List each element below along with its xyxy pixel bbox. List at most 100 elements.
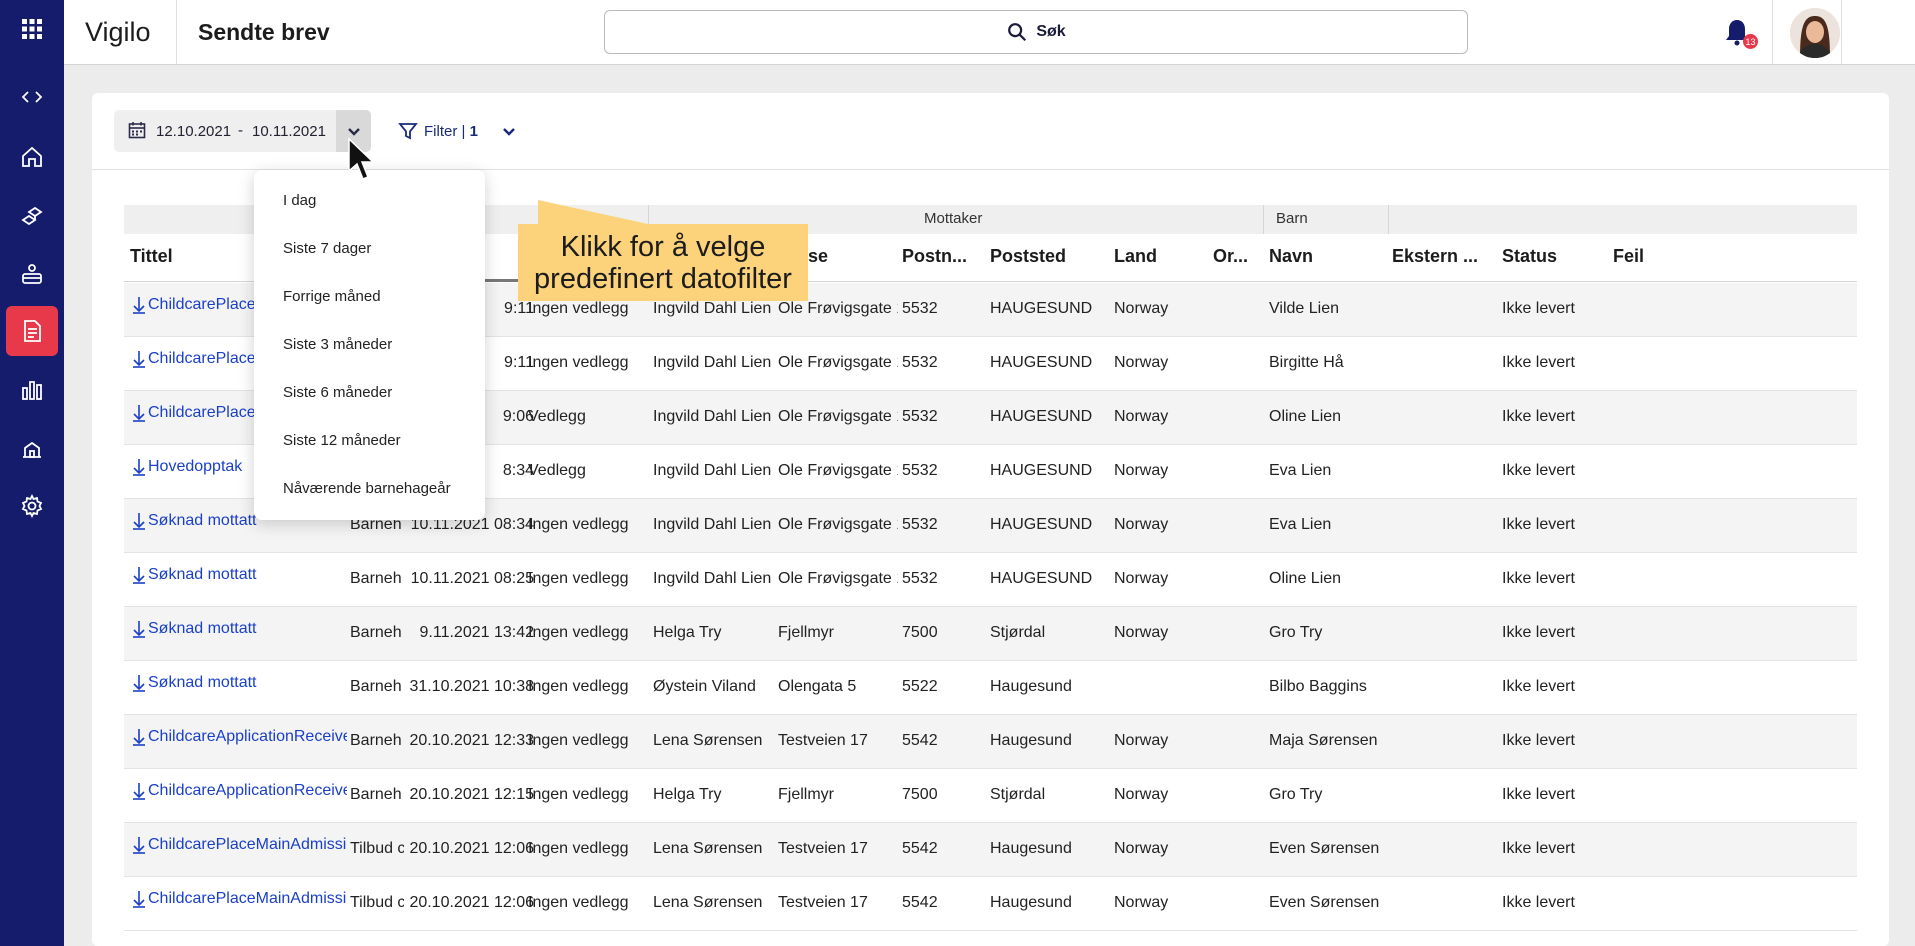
title-link[interactable]: ChildcarePlaceM xyxy=(148,404,269,422)
home-icon[interactable] xyxy=(6,132,58,182)
chevron-down-icon xyxy=(347,128,360,136)
cell-date: 31.10.2021 10:38 xyxy=(409,678,534,695)
table-row[interactable]: ChildcareApplicationReceived Barneh 20.10.… xyxy=(124,715,1857,769)
cell-poststed: HAUGESUND xyxy=(990,300,1093,317)
download-icon xyxy=(133,621,145,638)
document-icon[interactable] xyxy=(6,306,58,356)
col-tittel[interactable]: Tittel xyxy=(130,246,173,267)
menu-item-last-12-months[interactable]: Siste 12 måneder xyxy=(283,432,401,449)
menu-item-last-7-days[interactable]: Siste 7 dager xyxy=(283,240,371,257)
cell-title[interactable]: ChildcareApplicationReceived xyxy=(132,782,347,800)
apps-grid-icon[interactable] xyxy=(6,4,58,54)
app-logo[interactable]: Vigilo xyxy=(85,17,151,48)
cell-barn: Even Sørensen xyxy=(1269,840,1380,857)
cell-adresse: Testveien 17 xyxy=(778,732,868,749)
cell-postnr: 7500 xyxy=(902,786,938,803)
person-icon[interactable] xyxy=(6,249,58,299)
cell-status: Ikke levert xyxy=(1502,624,1575,641)
cell-poststed: HAUGESUND xyxy=(990,408,1093,425)
table-row[interactable]: Søknad mottatt Barneh 10.11.2021 08:25 Inge… xyxy=(124,553,1857,607)
cell-title[interactable]: ChildcarePlaceMainAdmission xyxy=(132,890,347,908)
cell-title[interactable]: ChildcareApplicationReceived xyxy=(132,728,347,746)
cell-status: Ikke levert xyxy=(1502,462,1575,479)
col-postnr[interactable]: Postn... xyxy=(902,246,967,267)
cell-poststed: HAUGESUND xyxy=(990,570,1093,587)
title-link[interactable]: ChildcarePlaceMainAdmission xyxy=(148,836,347,854)
cell-postnr: 5532 xyxy=(902,462,938,479)
code-icon[interactable] xyxy=(6,72,58,122)
filter-chevron-down-icon[interactable] xyxy=(502,124,516,143)
title-link[interactable]: Søknad mottatt xyxy=(148,674,257,692)
table-row[interactable]: Søknad mottatt Barneh 9.11.2021 13:42 Ingen… xyxy=(124,607,1857,661)
col-poststed[interactable]: Poststed xyxy=(990,246,1066,267)
cell-date: 9.11.2021 13:42 xyxy=(419,624,534,641)
date-to-field[interactable]: 10.11.2021 xyxy=(252,123,326,140)
title-link[interactable]: ChildcarePlaceMainAdmission xyxy=(148,890,347,908)
col-feil[interactable]: Feil xyxy=(1613,246,1644,267)
search-input[interactable]: Søk xyxy=(604,10,1468,54)
cell-status: Ikke levert xyxy=(1502,840,1575,857)
cell-adresse: Ole Frøvigsgate 12 xyxy=(778,462,898,479)
cell-land: Norway xyxy=(1114,894,1169,911)
cell-mottaker: Ingvild Dahl Lien xyxy=(653,300,771,317)
col-navn[interactable]: Navn xyxy=(1269,246,1313,267)
date-from-field[interactable]: 12.10.2021 xyxy=(156,123,231,140)
title-link[interactable]: ChildcareApplicationReceived xyxy=(148,782,347,800)
menu-item-last-3-months[interactable]: Siste 3 måneder xyxy=(283,336,392,353)
buildings-icon[interactable] xyxy=(6,423,58,473)
cell-poststed: HAUGESUND xyxy=(990,516,1093,533)
menu-item-previous-month[interactable]: Forrige måned xyxy=(283,288,381,305)
col-status[interactable]: Status xyxy=(1502,246,1557,267)
cell-vedlegg: Ingen vedlegg xyxy=(528,840,629,857)
cell-title[interactable]: Søknad mottatt xyxy=(132,674,347,692)
table-row[interactable]: ChildcarePlaceMainAdmission Tilbud c 20.10… xyxy=(124,823,1857,877)
search-label: Søk xyxy=(1036,23,1066,40)
cell-vedlegg: Ingen vedlegg xyxy=(528,624,629,641)
bar-chart-icon[interactable] xyxy=(6,365,58,415)
menu-item-last-6-months[interactable]: Siste 6 måneder xyxy=(283,384,392,401)
table-row[interactable]: ChildcarePlaceMainAdmission Tilbud c 20.10… xyxy=(124,877,1857,931)
gear-icon[interactable] xyxy=(6,481,58,531)
table-row[interactable]: Søknad mottatt Barneh 31.10.2021 10:38 Inge… xyxy=(124,661,1857,715)
cell-status: Ikke levert xyxy=(1502,300,1575,317)
cell-title[interactable]: Søknad mottatt xyxy=(132,566,347,584)
cell-adresse: Ole Frøvigsgate 12 xyxy=(778,354,898,371)
left-nav xyxy=(0,0,64,946)
download-icon xyxy=(133,405,145,422)
title-link[interactable]: Søknad mottatt xyxy=(148,566,257,584)
menu-item-current-kindergarten-year[interactable]: Nåværende barnehageår xyxy=(283,480,451,497)
title-link[interactable]: Søknad mottatt xyxy=(148,620,257,638)
col-land[interactable]: Land xyxy=(1114,246,1157,267)
title-link[interactable]: ChildcarePlaceT xyxy=(148,296,265,314)
menu-item-today[interactable]: I dag xyxy=(283,192,316,209)
cell-vedlegg: Vedlegg xyxy=(528,408,586,425)
date-range-picker[interactable]: 12.10.2021 - 10.11.2021 xyxy=(114,110,371,152)
cell-barn: Gro Try xyxy=(1269,786,1323,803)
building-blocks-icon[interactable] xyxy=(6,190,58,240)
col-ekstern[interactable]: Ekstern ... xyxy=(1392,246,1478,267)
download-icon xyxy=(133,675,145,692)
cell-barn: Even Sørensen xyxy=(1269,894,1380,911)
cell-adresse: Fjellmyr xyxy=(778,624,834,641)
table-row[interactable]: ChildcareApplicationReceived Barneh 20.10.… xyxy=(124,769,1857,823)
cell-postnr: 5522 xyxy=(902,678,938,695)
title-link[interactable]: ChildcarePlaceT xyxy=(148,350,265,368)
cell-vedlegg: Vedlegg xyxy=(528,462,586,479)
cell-mottaker: Lena Sørensen xyxy=(653,840,763,857)
calendar-icon xyxy=(128,122,146,139)
filter-button[interactable]: Filter | 1 xyxy=(398,118,478,144)
top-bar: Vigilo Sendte brev Søk xyxy=(64,0,1915,65)
cell-barn: Birgitte Hå xyxy=(1269,354,1344,371)
cell-title[interactable]: Søknad mottatt xyxy=(132,620,347,638)
cell-title[interactable]: ChildcarePlaceMainAdmission xyxy=(132,836,347,854)
title-link[interactable]: Søknad mottatt xyxy=(148,512,257,530)
cell-adresse: Ole Frøvigsgate 12 xyxy=(778,516,898,533)
title-link[interactable]: ChildcareApplicationReceived xyxy=(148,728,347,746)
cell-status: Ikke levert xyxy=(1502,732,1575,749)
cell-adresse: Fjellmyr xyxy=(778,786,834,803)
cell-mottaker: Ingvild Dahl Lien xyxy=(653,408,771,425)
cell-poststed: Haugesund xyxy=(990,732,1072,749)
avatar[interactable] xyxy=(1790,8,1840,58)
title-link[interactable]: Hovedopptak xyxy=(148,458,242,476)
col-org[interactable]: Or... xyxy=(1213,246,1248,267)
